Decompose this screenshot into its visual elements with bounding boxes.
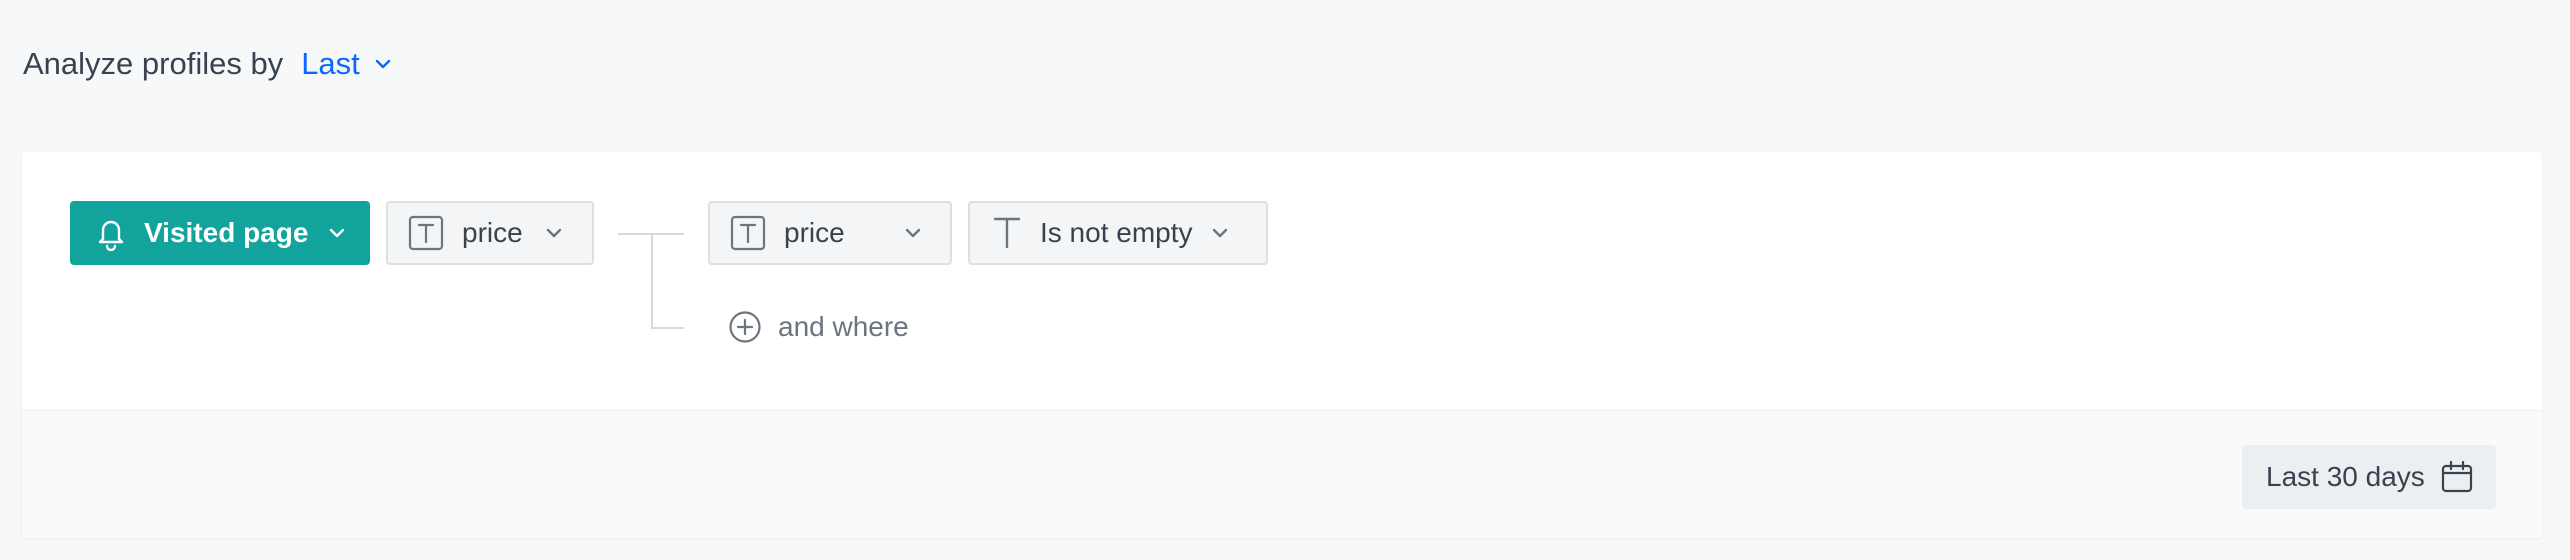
analyze-mode-label: Last (301, 46, 360, 81)
add-where-button[interactable]: and where (728, 310, 909, 344)
analyze-mode-dropdown[interactable]: Last (301, 46, 392, 82)
filter-card: Visited page price price Is not empty an… (22, 152, 2542, 538)
calendar-icon (2441, 461, 2473, 493)
chevron-down-icon (546, 228, 561, 238)
text-t-icon (993, 217, 1021, 249)
card-footer: Last 30 days (22, 410, 2542, 538)
param-dropdown[interactable]: price (386, 201, 594, 265)
bell-icon (98, 220, 124, 251)
event-button-label: Visited page (144, 217, 309, 248)
chevron-down-icon (905, 228, 921, 238)
date-range-label: Last 30 days (2266, 461, 2425, 492)
date-range-button[interactable]: Last 30 days (2242, 445, 2496, 509)
page-header: Analyze profiles by Last (23, 46, 392, 82)
chevron-down-icon (330, 228, 345, 238)
operator-label: Is not empty (1040, 217, 1193, 248)
sub-param-label: price (784, 217, 845, 248)
plus-circle-icon (729, 311, 761, 343)
operator-dropdown[interactable]: Is not empty (968, 201, 1268, 265)
chevron-down-icon (1212, 228, 1227, 238)
chevron-down-icon (375, 59, 390, 69)
add-where-label: and where (778, 311, 909, 342)
event-button[interactable]: Visited page (70, 201, 370, 265)
sub-param-dropdown[interactable]: price (708, 201, 952, 265)
text-type-icon (408, 215, 444, 251)
page-title: Analyze profiles by (23, 46, 284, 81)
text-type-icon (730, 215, 766, 251)
connector-line (651, 327, 684, 329)
param-label: price (462, 217, 523, 248)
connector-line (651, 233, 653, 329)
